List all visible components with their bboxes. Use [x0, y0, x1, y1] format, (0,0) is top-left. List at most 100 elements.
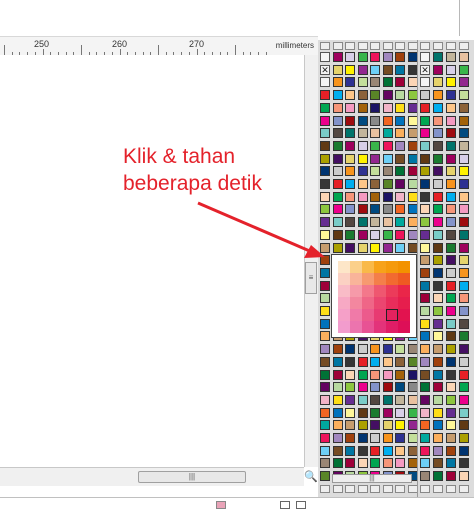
palette-swatch[interactable]: [382, 153, 393, 164]
palette-swatch[interactable]: [433, 382, 443, 393]
palette-swatch[interactable]: [433, 179, 443, 189]
palette-swatch[interactable]: [332, 115, 343, 126]
palette-swatch[interactable]: [446, 191, 456, 202]
palette-swatch[interactable]: [357, 420, 368, 431]
palette-swatch[interactable]: [407, 420, 418, 431]
palette-swatch[interactable]: [446, 445, 456, 456]
shade-swatch[interactable]: [338, 273, 350, 285]
eyedropper-icon[interactable]: [420, 52, 430, 62]
shade-swatch[interactable]: [338, 285, 350, 297]
shade-swatch[interactable]: [350, 273, 362, 285]
palette-swatch[interactable]: [395, 407, 405, 418]
palette-swatch[interactable]: [382, 128, 393, 139]
palette-swatch[interactable]: [459, 306, 469, 316]
palette-swatch[interactable]: [446, 179, 456, 189]
palette-swatch[interactable]: [395, 153, 405, 164]
palette-swatch[interactable]: [395, 217, 405, 228]
zoom-icon[interactable]: 🔍: [304, 470, 318, 484]
palette-swatch[interactable]: [459, 90, 469, 101]
palette-swatch[interactable]: [320, 90, 330, 101]
palette-swatch[interactable]: [433, 267, 443, 278]
palette-swatch[interactable]: [357, 229, 368, 240]
palette-swatch[interactable]: [459, 433, 469, 443]
shade-swatch[interactable]: [398, 297, 410, 309]
palette-swatch[interactable]: [382, 52, 393, 62]
palette-swatch[interactable]: [459, 204, 469, 215]
palette-swatch[interactable]: [332, 217, 343, 228]
palette-swatch[interactable]: [320, 458, 330, 469]
palette-swatch[interactable]: [433, 471, 443, 482]
palette-scroll-down-button[interactable]: [345, 485, 355, 493]
palette-swatch[interactable]: [395, 77, 405, 88]
palette-swatch[interactable]: [370, 90, 380, 101]
palette-swatch[interactable]: [420, 128, 430, 139]
palette-swatch[interactable]: [382, 204, 393, 215]
horizontal-scroll-thumb[interactable]: |||: [138, 471, 246, 483]
palette-swatch[interactable]: [357, 140, 368, 151]
palette-swatch[interactable]: [382, 433, 393, 443]
shade-swatch[interactable]: [398, 309, 410, 321]
palette-swatch[interactable]: [345, 102, 355, 113]
palette-scroll-down-button[interactable]: [459, 485, 469, 493]
palette-swatch[interactable]: [446, 115, 456, 126]
palette-scroll-up-button[interactable]: [345, 42, 355, 50]
palette-swatch[interactable]: [459, 166, 469, 177]
palette-swatch[interactable]: [433, 140, 443, 151]
palette-swatch[interactable]: [446, 242, 456, 253]
palette-swatch[interactable]: [345, 115, 355, 126]
palette-swatch[interactable]: [382, 77, 393, 88]
palette-swatch[interactable]: [332, 153, 343, 164]
shade-swatch[interactable]: [362, 321, 374, 333]
palette-swatch[interactable]: [459, 102, 469, 113]
palette-swatch[interactable]: [407, 140, 418, 151]
palette-swatch[interactable]: [320, 267, 330, 278]
palette-swatch[interactable]: [433, 52, 443, 62]
palette-swatch[interactable]: [407, 77, 418, 88]
palette-swatch[interactable]: [345, 394, 355, 405]
palette-swatch[interactable]: [382, 382, 393, 393]
palette-swatch[interactable]: [370, 445, 380, 456]
palette-swatch[interactable]: [446, 77, 456, 88]
shade-swatch[interactable]: [374, 321, 386, 333]
palette-swatch[interactable]: [420, 153, 430, 164]
palette-swatch[interactable]: [420, 255, 430, 266]
palette-swatch[interactable]: [433, 153, 443, 164]
palette-swatch[interactable]: [320, 382, 330, 393]
palette-swatch[interactable]: [446, 471, 456, 482]
palette-swatch[interactable]: [433, 420, 443, 431]
eyedropper-icon[interactable]: [320, 52, 330, 62]
palette-swatch[interactable]: [446, 318, 456, 329]
palette-swatch[interactable]: [395, 369, 405, 380]
palette-swatch[interactable]: [420, 166, 430, 177]
palette-swatch[interactable]: [407, 356, 418, 367]
color-shade-popup[interactable]: [331, 254, 417, 338]
palette-swatch[interactable]: [433, 458, 443, 469]
palette-swatch[interactable]: [357, 191, 368, 202]
palette-swatch[interactable]: [395, 382, 405, 393]
palette-swatch[interactable]: [420, 179, 430, 189]
shade-swatch[interactable]: [374, 285, 386, 297]
palette-scroll-down-button[interactable]: [332, 485, 343, 493]
palette-swatch[interactable]: [395, 204, 405, 215]
palette-swatch[interactable]: [357, 407, 368, 418]
palette-scroll-up-button[interactable]: [420, 42, 430, 50]
palette-swatch[interactable]: [459, 255, 469, 266]
palette-swatch[interactable]: [345, 179, 355, 189]
palette-swatch[interactable]: [320, 115, 330, 126]
palette-swatch[interactable]: [433, 433, 443, 443]
palette-swatch[interactable]: [357, 217, 368, 228]
palette-swatch[interactable]: [382, 344, 393, 355]
palette-swatch[interactable]: [382, 394, 393, 405]
palette-swatch[interactable]: [459, 280, 469, 291]
palette-swatch[interactable]: [446, 369, 456, 380]
palette-swatch[interactable]: [433, 242, 443, 253]
palette-swatch[interactable]: [420, 458, 430, 469]
palette-swatch[interactable]: [446, 306, 456, 316]
palette-swatch[interactable]: [407, 433, 418, 443]
palette-swatch[interactable]: [357, 128, 368, 139]
palette-swatch[interactable]: [433, 318, 443, 329]
palette-swatch[interactable]: [320, 306, 330, 316]
palette-swatch[interactable]: [459, 191, 469, 202]
palette-swatch[interactable]: [407, 115, 418, 126]
palette-swatch[interactable]: [420, 204, 430, 215]
